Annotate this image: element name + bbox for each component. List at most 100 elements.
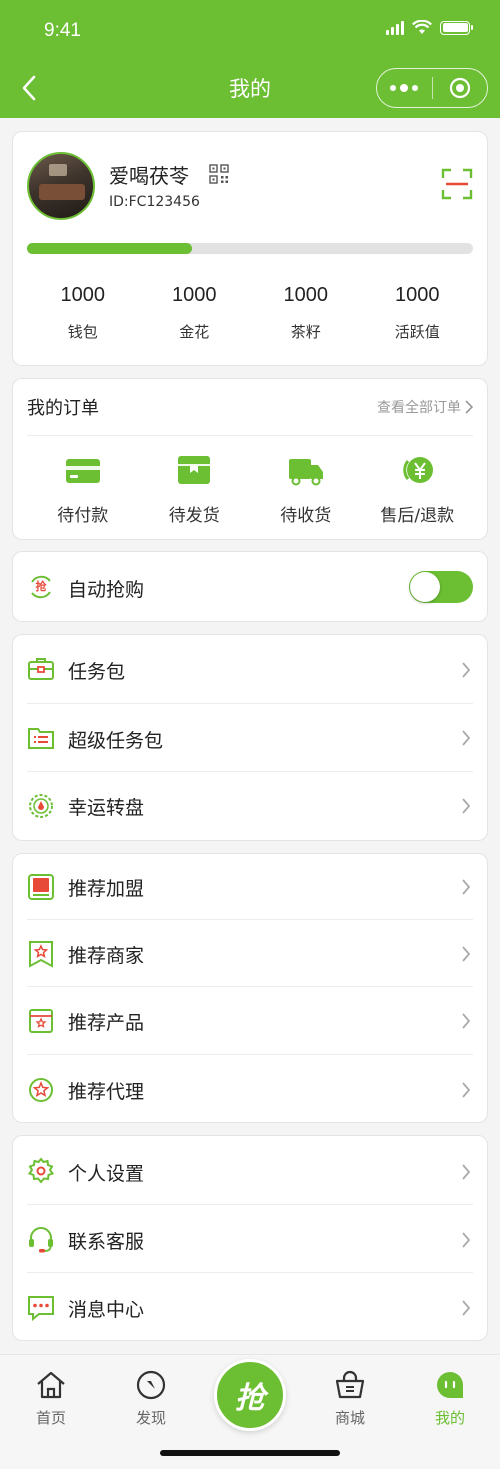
header: 9:41 我的 <box>0 0 500 118</box>
menu-item-super-task-pack[interactable]: 超级任务包 <box>13 704 487 772</box>
order-label: 待发货 <box>168 506 220 526</box>
order-pending-payment[interactable]: 待付款 <box>27 453 139 526</box>
stat-wallet[interactable]: 1000 钱包 <box>27 284 139 342</box>
grab-button[interactable]: 抢 <box>214 1359 286 1431</box>
profile-face-icon <box>437 1372 463 1398</box>
menu-label: 联系客服 <box>68 1231 145 1253</box>
task-menu-card: 任务包 超级任务包 幸运转盘 <box>12 634 488 841</box>
status-time: 9:41 <box>44 20 81 41</box>
order-label: 售后/退款 <box>380 506 455 526</box>
chevron-right-icon <box>462 1232 471 1248</box>
menu-label: 推荐加盟 <box>68 878 145 900</box>
close-button[interactable] <box>432 69 487 107</box>
menu-item-task-pack[interactable]: 任务包 <box>13 635 487 704</box>
tab-label: 发现 <box>135 1409 166 1427</box>
compass-icon <box>136 1370 166 1400</box>
auto-buy-toggle[interactable] <box>409 571 473 603</box>
message-icon <box>28 1296 54 1322</box>
tab-mine[interactable]: 我的 <box>410 1369 490 1428</box>
menu-label: 推荐商家 <box>68 945 145 967</box>
menu-label: 推荐产品 <box>68 1012 145 1034</box>
chevron-right-icon <box>462 1082 471 1098</box>
order-pending-shipment[interactable]: 待发货 <box>139 453 251 526</box>
menu-item-customer-service[interactable]: 联系客服 <box>13 1205 487 1273</box>
level-progress-bar <box>27 243 473 254</box>
chevron-right-icon <box>462 879 471 895</box>
stat-tea-seed[interactable]: 1000 茶籽 <box>250 284 362 342</box>
settings-icon <box>27 1157 55 1184</box>
stat-label: 金花 <box>179 323 210 341</box>
menu-item-recommend-merchant[interactable]: 推荐商家 <box>13 920 487 987</box>
menu-item-recommend-product[interactable]: 推荐产品 <box>13 987 487 1055</box>
menu-item-message-center[interactable]: 消息中心 <box>13 1273 487 1342</box>
status-icons <box>386 20 473 35</box>
menu-label: 任务包 <box>68 661 126 683</box>
refund-icon <box>403 457 434 483</box>
stat-label: 钱包 <box>67 323 98 341</box>
level-progress-fill <box>27 243 193 254</box>
orders-title: 我的订单 <box>27 398 99 419</box>
menu-item-settings[interactable]: 个人设置 <box>13 1136 487 1205</box>
tab-home[interactable]: 首页 <box>11 1369 91 1428</box>
stat-activity[interactable]: 1000 活跃值 <box>362 284 474 342</box>
order-pending-receipt[interactable]: 待收货 <box>250 453 362 526</box>
tab-label: 首页 <box>35 1409 66 1427</box>
stat-label: 活跃值 <box>394 323 440 341</box>
chevron-right-icon <box>462 1013 471 1029</box>
account-menu-card: 个人设置 联系客服 消息中心 <box>12 1135 488 1341</box>
merchant-icon <box>29 941 53 968</box>
product-icon <box>29 1009 53 1033</box>
scan-button[interactable] <box>441 168 473 200</box>
tab-label: 我的 <box>434 1409 465 1427</box>
chevron-right-icon <box>462 946 471 962</box>
user-id: ID:FC123456 <box>109 194 200 210</box>
avatar[interactable] <box>27 152 95 220</box>
signal-icon <box>386 20 404 35</box>
home-indicator <box>160 1450 340 1456</box>
menu-label: 个人设置 <box>68 1163 145 1185</box>
menu-item-recommend-agent[interactable]: 推荐代理 <box>13 1055 487 1124</box>
headset-icon <box>29 1227 53 1253</box>
stat-value: 1000 <box>172 284 217 306</box>
franchise-icon <box>28 874 54 900</box>
briefcase-icon <box>28 658 54 680</box>
username: 爱喝茯苓 <box>109 164 189 188</box>
home-icon <box>37 1371 65 1399</box>
order-label: 待收货 <box>280 506 332 526</box>
wallet-icon <box>65 459 100 483</box>
menu-item-recommend-franchise[interactable]: 推荐加盟 <box>13 854 487 920</box>
shopping-basket-icon <box>335 1370 365 1399</box>
order-after-sales[interactable]: 售后/退款 <box>362 453 474 526</box>
more-button[interactable] <box>377 69 432 107</box>
auto-buy-label: 自动抢购 <box>68 579 145 601</box>
view-all-orders-label: 查看全部订单 <box>377 400 461 416</box>
battery-icon <box>440 20 473 35</box>
wheel-icon <box>29 794 53 818</box>
order-status-row: 待付款 待发货 待收货 售后/退款 <box>27 453 473 526</box>
menu-label: 推荐代理 <box>68 1081 145 1103</box>
tab-discover[interactable]: 发现 <box>111 1369 191 1428</box>
chevron-right-icon <box>462 798 471 814</box>
view-all-orders-link[interactable]: 查看全部订单 <box>377 397 473 417</box>
menu-label: 超级任务包 <box>68 730 164 752</box>
chevron-right-icon <box>462 1164 471 1180</box>
truck-icon <box>288 459 323 486</box>
stat-value: 1000 <box>283 284 329 306</box>
chevron-right-icon <box>462 662 471 678</box>
stat-label: 茶籽 <box>290 323 321 341</box>
tab-label: 商城 <box>334 1409 365 1427</box>
folder-list-icon <box>28 728 54 749</box>
tab-mall[interactable]: 商城 <box>310 1369 390 1428</box>
stat-golden-flower[interactable]: 1000 金花 <box>139 284 251 342</box>
qr-code-icon[interactable] <box>209 164 229 184</box>
menu-item-lucky-wheel[interactable]: 幸运转盘 <box>13 772 487 842</box>
profile-card: 爱喝茯苓 ID:FC123456 1000 钱包 1000 金花 1000 茶籽 <box>12 131 488 366</box>
chevron-right-icon <box>462 730 471 746</box>
stat-value: 1000 <box>60 284 106 306</box>
grab-badge-text: 抢 <box>35 580 47 593</box>
orders-card: 我的订单 查看全部订单 待付款 待发货 待收货 售后/退款 <box>12 378 488 540</box>
menu-label: 消息中心 <box>68 1299 145 1321</box>
grab-badge-icon: 抢 <box>27 573 55 601</box>
menu-label: 幸运转盘 <box>68 797 145 819</box>
toggle-knob <box>410 572 440 602</box>
